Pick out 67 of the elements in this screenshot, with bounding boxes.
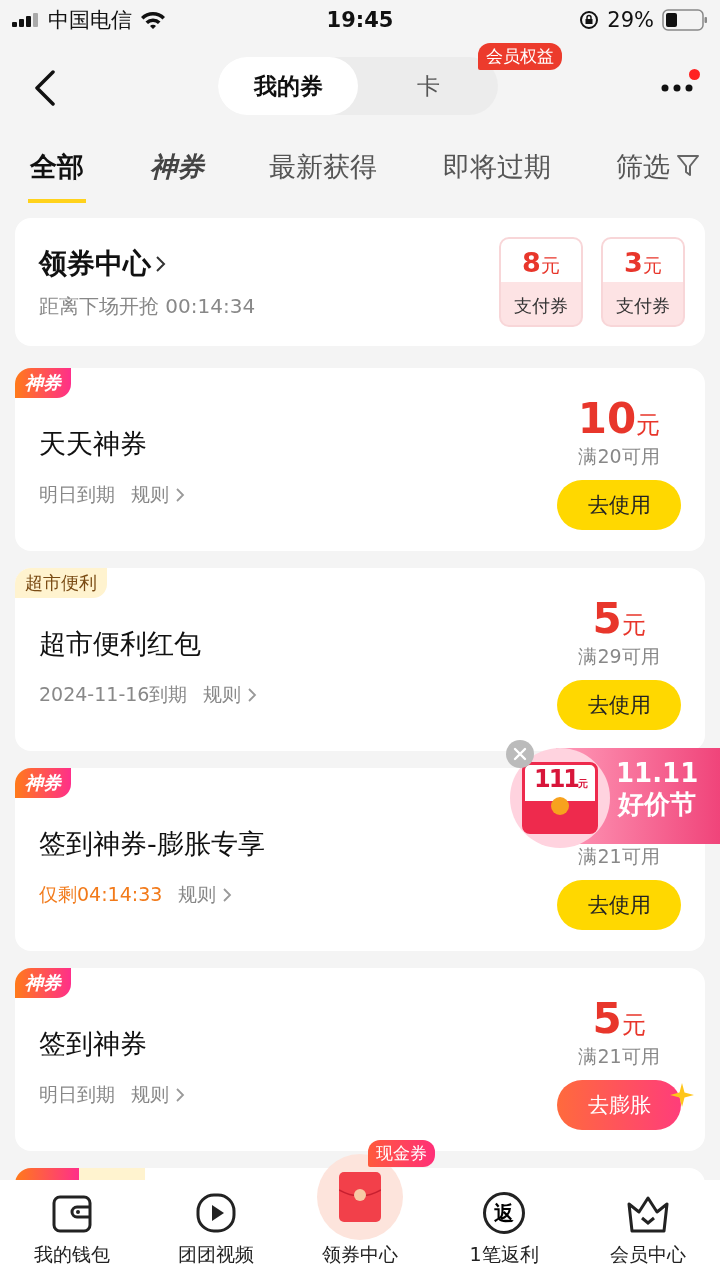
- coupon-name: 签到神券: [39, 1027, 148, 1061]
- rules-link[interactable]: 规则: [131, 1082, 169, 1108]
- coupon-name: 超市便利红包: [39, 627, 202, 661]
- basket-icon: [625, 1194, 671, 1234]
- chevron-icon: [155, 253, 167, 274]
- use-button[interactable]: 去使用: [557, 680, 681, 730]
- use-button[interactable]: 去使用: [557, 880, 681, 930]
- coupon-center-link[interactable]: 领券中心: [39, 244, 151, 283]
- coupon-name: 天天神券: [39, 427, 148, 461]
- coupon-amount: 5元: [592, 594, 646, 644]
- voucher-label: 支付券: [616, 293, 670, 318]
- battery-percent: 29%: [607, 8, 654, 32]
- more-icon[interactable]: [660, 83, 694, 93]
- coupon-condition: 满21可用: [578, 1044, 660, 1069]
- nav-item[interactable]: 我的钱包: [7, 1194, 137, 1268]
- member-benefits-badge: 会员权益: [478, 43, 562, 70]
- chevron-icon: [222, 887, 233, 903]
- voucher-tile[interactable]: 8元 支付券: [499, 237, 583, 327]
- expiry-text: 2024-11-16到期: [39, 682, 188, 707]
- rotation-lock-icon: [579, 10, 600, 30]
- coupon-tag: 超市便利: [15, 568, 107, 598]
- segment-tab[interactable]: 我的券: [218, 57, 358, 115]
- battery-icon: [662, 9, 708, 31]
- coupon-tag: 神券: [15, 368, 71, 398]
- expiry-text: 明日到期: [39, 1082, 115, 1107]
- coupon-amount: 10元: [577, 394, 661, 444]
- back-icon[interactable]: [34, 70, 56, 106]
- chevron-icon: [175, 1087, 185, 1103]
- voucher-amount: 3元: [624, 246, 662, 279]
- coupon-name: 签到神券-膨胀专享: [39, 827, 265, 861]
- chevron-icon: [175, 487, 185, 503]
- category-tab[interactable]: 最新获得: [267, 143, 379, 203]
- category-tab[interactable]: 全部: [28, 143, 86, 203]
- signal-icon: [12, 13, 40, 27]
- rules-link[interactable]: 规则: [178, 882, 217, 908]
- promo-title: 好价节: [618, 789, 697, 821]
- coin-icon: [551, 797, 569, 815]
- use-button[interactable]: 去使用: [557, 480, 681, 530]
- envelope-icon: [339, 1172, 381, 1222]
- countdown-text: 距离下场开抢 00:14:34: [39, 292, 256, 320]
- rules-link[interactable]: 规则: [131, 482, 169, 508]
- coupon-condition: 满29可用: [578, 644, 660, 669]
- voucher-tile[interactable]: 3元 支付券: [601, 237, 685, 327]
- promo-date: 11.11: [616, 758, 699, 790]
- carrier-name: 中国电信: [48, 7, 132, 34]
- wifi-icon: [140, 11, 166, 29]
- rebate-icon: 返: [483, 1192, 525, 1234]
- rules-link[interactable]: 规则: [203, 682, 242, 708]
- filter-icon[interactable]: [676, 153, 700, 179]
- expiry-text: 明日到期: [39, 482, 115, 507]
- cash-coupon-badge: 现金券: [368, 1140, 435, 1167]
- wallet-icon: [51, 1194, 93, 1234]
- filter-button[interactable]: 筛选: [614, 143, 672, 203]
- category-tab[interactable]: 神券: [147, 143, 206, 203]
- coupon-tag: 神券: [15, 768, 71, 798]
- voucher-amount: 8元: [522, 246, 560, 279]
- coupon-amount: 5元: [592, 994, 646, 1044]
- coupon-tag: 神券: [15, 968, 71, 998]
- expiry-text: 仅剩04:14:33: [39, 882, 163, 907]
- sparkle-icon: [669, 1082, 695, 1108]
- clock-time: 19:45: [326, 8, 394, 32]
- voucher-label: 支付券: [514, 293, 568, 318]
- play-icon: [195, 1192, 237, 1234]
- category-tab[interactable]: 即将过期: [440, 143, 553, 203]
- coupon-condition: 满20可用: [578, 444, 660, 469]
- chevron-icon: [247, 687, 258, 703]
- nav-item[interactable]: 会员中心: [583, 1194, 713, 1268]
